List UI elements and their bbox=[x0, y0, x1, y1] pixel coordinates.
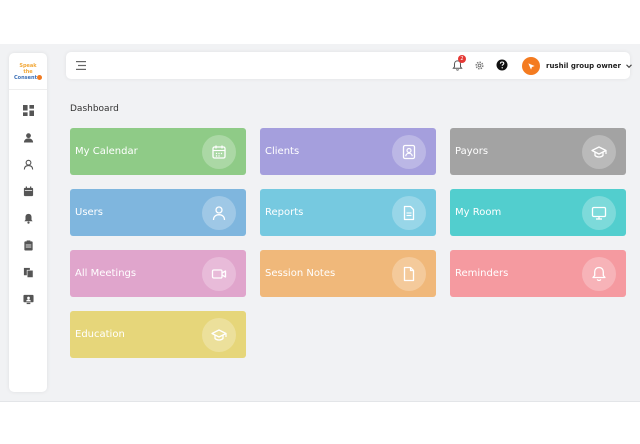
gear-icon bbox=[474, 60, 484, 70]
graduation-cap-icon bbox=[211, 329, 227, 341]
tile-icon-circle bbox=[202, 135, 236, 169]
tile-icon-circle bbox=[582, 196, 616, 230]
user-icon bbox=[212, 206, 226, 221]
page-title: Dashboard bbox=[70, 104, 119, 114]
bell-icon bbox=[592, 266, 606, 282]
tile-users[interactable]: Users bbox=[70, 189, 246, 236]
sidebar-item-dashboard[interactable] bbox=[20, 102, 36, 118]
logo-line-2: Consent bbox=[14, 75, 42, 81]
tile-reports[interactable]: Reports bbox=[260, 189, 436, 236]
video-icon bbox=[211, 269, 227, 279]
tile-clients[interactable]: Clients bbox=[260, 128, 436, 175]
tile-all-meetings[interactable]: All Meetings bbox=[70, 250, 246, 297]
sidebar-item-room[interactable] bbox=[20, 291, 36, 307]
sidebar-item-notes[interactable] bbox=[20, 237, 36, 253]
tile-icon-circle bbox=[392, 257, 426, 291]
tile-label: Education bbox=[75, 329, 125, 340]
bell-icon bbox=[23, 213, 33, 224]
dashboard-icon bbox=[22, 104, 34, 116]
tile-label: Clients bbox=[265, 146, 300, 157]
tile-education[interactable]: Education bbox=[70, 311, 246, 358]
tile-icon-circle bbox=[202, 257, 236, 291]
client-card-icon bbox=[23, 132, 33, 143]
tile-reminders[interactable]: Reminders bbox=[450, 250, 626, 297]
tile-icon-circle bbox=[202, 196, 236, 230]
top-bar: 2 rushil group owner bbox=[66, 52, 633, 79]
calendar-icon bbox=[23, 185, 33, 196]
logo-line-2-text: Consent bbox=[14, 75, 37, 81]
user-icon bbox=[23, 159, 33, 170]
user-name: rushil group owner bbox=[546, 62, 621, 70]
sidebar-divider bbox=[9, 89, 47, 90]
tile-label: Payors bbox=[455, 146, 489, 157]
tile-label: Reports bbox=[265, 207, 304, 218]
monitor-icon bbox=[591, 206, 607, 220]
notification-count-badge: 2 bbox=[458, 55, 466, 63]
sidebar-item-reports[interactable] bbox=[20, 264, 36, 280]
tile-label: Users bbox=[75, 207, 104, 218]
tile-payors[interactable]: Payors bbox=[450, 128, 626, 175]
tile-icon-circle bbox=[392, 196, 426, 230]
tile-icon-circle bbox=[392, 135, 426, 169]
tile-icon-circle bbox=[582, 257, 616, 291]
documents-icon bbox=[23, 267, 33, 278]
tile-label: My Room bbox=[455, 207, 502, 218]
notifications-button[interactable]: 2 bbox=[450, 55, 466, 72]
tile-label: My Calendar bbox=[75, 146, 138, 157]
logo[interactable]: Speak the Consent bbox=[14, 63, 42, 81]
user-menu[interactable]: rushil group owner bbox=[522, 56, 633, 76]
sidebar-item-users[interactable] bbox=[20, 156, 36, 172]
tile-my-calendar[interactable]: My Calendar bbox=[70, 128, 246, 175]
menu-toggle-icon[interactable] bbox=[74, 59, 88, 72]
tile-label: Session Notes bbox=[265, 268, 336, 279]
avatar bbox=[522, 57, 540, 75]
tile-label: Reminders bbox=[455, 268, 509, 279]
client-card-icon bbox=[402, 144, 416, 160]
chevron-down-icon bbox=[626, 64, 632, 69]
sidebar: Speak the Consent bbox=[9, 53, 47, 392]
sidebar-item-clients[interactable] bbox=[20, 129, 36, 145]
logo-line-1: Speak the bbox=[19, 63, 37, 75]
tile-icon-circle bbox=[582, 135, 616, 169]
logo-badge bbox=[36, 75, 42, 80]
tile-label: All Meetings bbox=[75, 268, 137, 279]
page: Speak the Consent 2 rushil group owner D… bbox=[0, 0, 640, 444]
tile-my-room[interactable]: My Room bbox=[450, 189, 626, 236]
clipboard-icon bbox=[23, 239, 33, 251]
settings-button[interactable] bbox=[472, 58, 486, 72]
help-icon bbox=[496, 59, 508, 71]
file-icon bbox=[403, 266, 415, 282]
sidebar-item-reminders[interactable] bbox=[20, 210, 36, 226]
monitor-user-icon bbox=[22, 294, 34, 304]
calendar-icon bbox=[212, 145, 226, 159]
cursor-arrow-icon bbox=[527, 62, 535, 70]
bottom-divider bbox=[0, 401, 640, 402]
help-button[interactable] bbox=[495, 58, 509, 72]
tile-session-notes[interactable]: Session Notes bbox=[260, 250, 436, 297]
tile-icon-circle bbox=[202, 318, 236, 352]
document-icon bbox=[403, 205, 415, 221]
sidebar-item-calendar[interactable] bbox=[20, 183, 36, 199]
graduation-cap-icon bbox=[591, 146, 607, 158]
